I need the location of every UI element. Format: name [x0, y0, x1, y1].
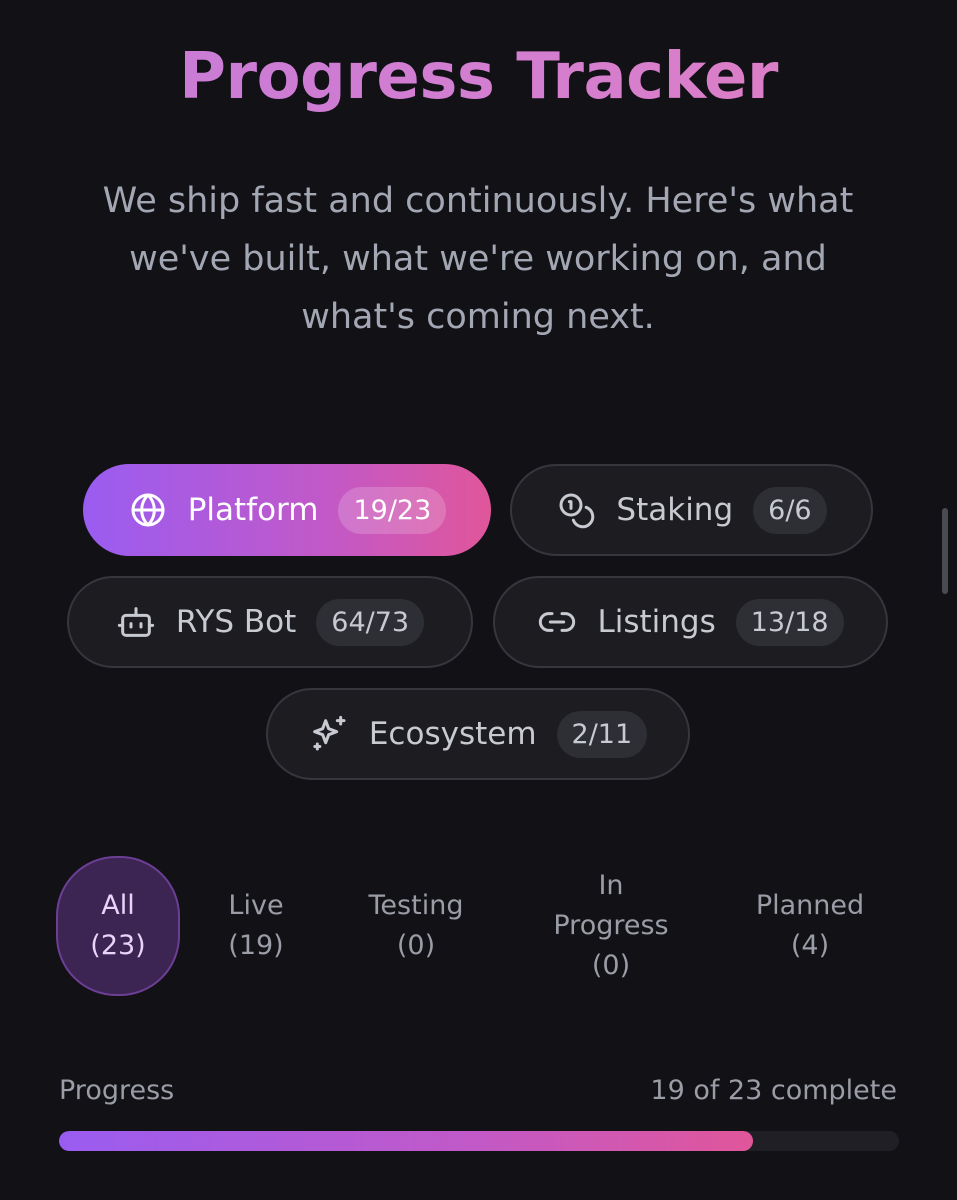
filter-label: In	[598, 870, 624, 901]
category-count-badge: 19/23	[338, 486, 447, 534]
filter-label: All	[101, 890, 135, 921]
category-label: Ecosystem	[368, 716, 537, 752]
filter-label: Testing	[368, 890, 464, 921]
filter-all[interactable]: All (23)	[56, 856, 180, 996]
category-count-badge: 2/11	[556, 710, 648, 758]
bot-icon	[116, 602, 156, 642]
progress-bar	[59, 1131, 899, 1151]
category-listings-pill[interactable]: Listings 13/18	[493, 576, 888, 668]
category-ecosystem-pill[interactable]: Ecosystem 2/11	[266, 688, 690, 780]
filter-count: (0)	[591, 950, 631, 981]
category-label: Listings	[597, 604, 716, 640]
progress-label: Progress	[59, 1075, 175, 1106]
filter-planned[interactable]: Planned (4)	[745, 886, 875, 966]
filter-live[interactable]: Live (19)	[206, 886, 306, 966]
filter-count: (19)	[228, 930, 284, 961]
filter-label: Planned	[755, 890, 865, 921]
link-icon	[537, 602, 577, 642]
category-count-badge: 13/18	[735, 598, 844, 646]
filter-testing[interactable]: Testing (0)	[346, 886, 486, 966]
progress-tracker-page: Progress Tracker We ship fast and contin…	[0, 0, 957, 1200]
category-rys-bot-pill[interactable]: RYS Bot 64/73	[67, 576, 473, 668]
page-title: Progress Tracker	[0, 40, 957, 114]
progress-summary: 19 of 23 complete	[650, 1075, 897, 1106]
filter-label: Live	[228, 890, 284, 921]
category-staking-pill[interactable]: Staking 6/6	[510, 464, 873, 556]
category-platform-pill[interactable]: Platform 19/23	[83, 464, 491, 556]
filter-count: (0)	[396, 930, 436, 961]
category-count-badge: 6/6	[753, 486, 827, 534]
page-subtitle: We ship fast and continuously. Here's wh…	[102, 181, 854, 337]
progress-bar-fill	[59, 1131, 753, 1151]
filter-label-line2: Progress	[553, 910, 669, 941]
category-label: Staking	[616, 492, 734, 528]
filter-count: (4)	[790, 930, 830, 961]
sparkles-icon	[309, 714, 349, 754]
scrollbar-thumb[interactable]	[942, 508, 948, 594]
globe-icon	[128, 490, 168, 530]
category-label: RYS Bot	[175, 604, 297, 640]
filter-count: (23)	[90, 930, 146, 961]
coins-icon	[556, 490, 596, 530]
filter-in-progress[interactable]: In Progress (0)	[536, 866, 686, 986]
category-count-badge: 64/73	[316, 598, 425, 646]
category-label: Platform	[187, 492, 319, 528]
